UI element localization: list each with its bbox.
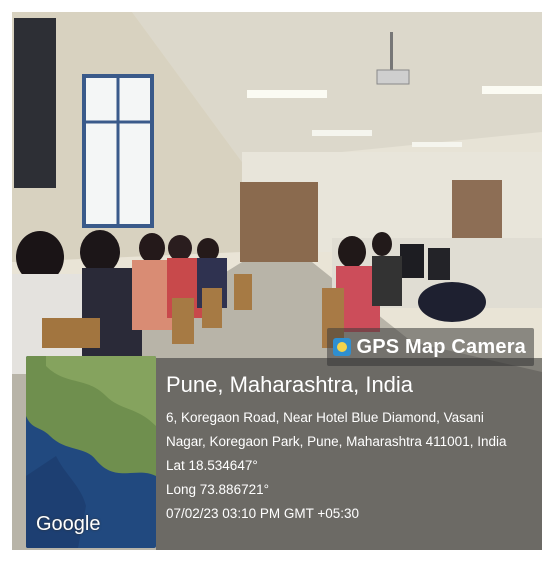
address-line-1: 6, Koregaon Road, Near Hotel Blue Diamon… <box>166 410 484 425</box>
location-info-panel: Pune, Maharashtra, India 6, Koregaon Roa… <box>156 358 542 550</box>
photo: GPS Map Camera Google Pune, Maharashtra,… <box>12 12 542 550</box>
timestamp: 07/02/23 03:10 PM GMT +05:30 <box>166 506 360 521</box>
gps-map-camera-icon <box>333 338 352 356</box>
map-thumbnail: Google <box>26 356 156 548</box>
address-line-2: Nagar, Koregaon Park, Pune, Maharashtra … <box>166 434 507 449</box>
longitude: Long 73.886721° <box>166 482 269 497</box>
app-label: GPS Map Camera <box>356 335 526 358</box>
location-title: Pune, Maharashtra, India <box>166 372 414 397</box>
map-attribution: Google <box>36 513 101 535</box>
latitude: Lat 18.534647° <box>166 458 258 473</box>
